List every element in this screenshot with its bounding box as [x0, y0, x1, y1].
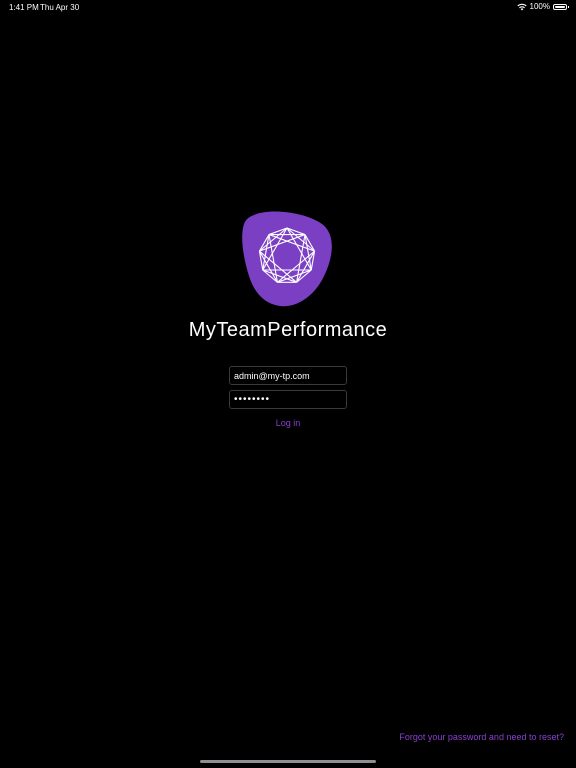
forgot-password-link[interactable]: Forgot your password and need to reset?	[399, 732, 564, 742]
wifi-icon	[516, 3, 527, 10]
status-time: 1:41 PM	[9, 3, 39, 12]
gem-logo-icon	[242, 211, 332, 307]
app-title: MyTeamPerformance	[188, 319, 388, 341]
battery-icon	[553, 3, 569, 10]
battery-percent: 100%	[529, 2, 550, 11]
battery-fill	[555, 5, 565, 8]
logo-blob	[242, 211, 332, 307]
login-button[interactable]: Log in	[0, 418, 576, 428]
home-indicator[interactable]	[200, 760, 376, 763]
status-indicators: 100%	[516, 2, 569, 11]
password-input[interactable]	[229, 390, 347, 409]
status-bar: 1:41 PM Thu Apr 30 100%	[0, 0, 576, 14]
email-input[interactable]	[229, 366, 347, 385]
status-date: Thu Apr 30	[40, 3, 80, 12]
